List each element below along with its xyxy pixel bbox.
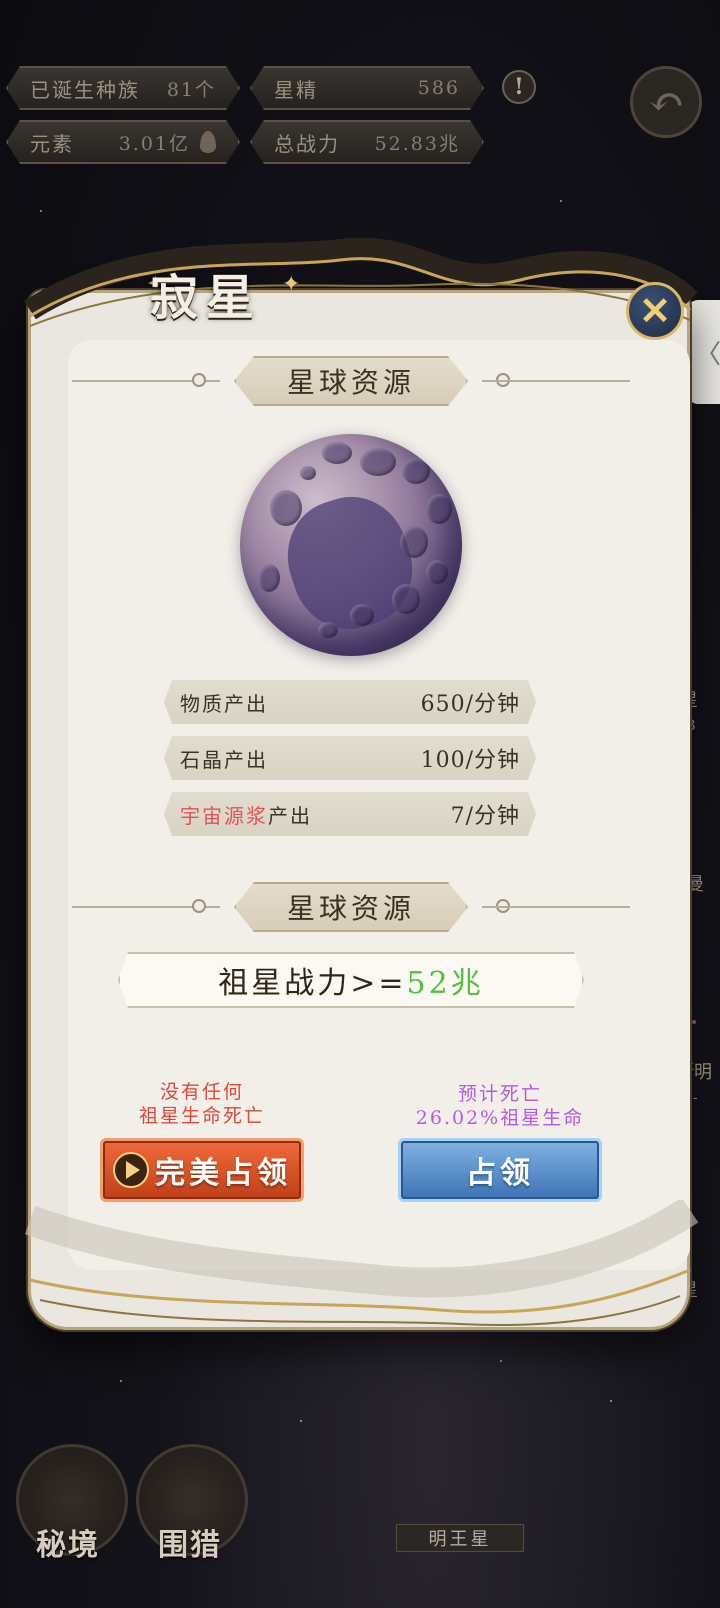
output-value: 650/分钟 — [420, 692, 520, 717]
total-power-label: 总战力 — [274, 131, 340, 156]
note-line: 26.02%祖星生命 — [415, 1107, 585, 1129]
output-label: 物质产出 — [180, 691, 268, 716]
perfect-occupy-button[interactable]: 完美占领 — [100, 1138, 304, 1202]
hunt-label: 围猎 — [158, 1528, 222, 1563]
output-row-cosmic-slurry: 宇宙源浆产出 7/分钟 — [164, 792, 536, 836]
element-label: 元素 — [30, 131, 74, 156]
flame-icon — [200, 131, 216, 153]
element-value: 3.01亿 — [118, 132, 190, 155]
born-species-value: 81个 — [166, 78, 216, 101]
note-line: 预计死亡 — [457, 1083, 542, 1105]
planet-name-title: 寂星 — [150, 270, 263, 326]
total-power-value: 52.83兆 — [374, 132, 460, 155]
element-bar: 元素 3.01亿 — [6, 120, 240, 164]
section-title: 星球资源 — [234, 356, 468, 406]
born-species-label: 已诞生种族 — [30, 77, 140, 102]
section-header-resources: 星球资源 — [72, 356, 630, 406]
dialog-top-ornament — [24, 237, 698, 327]
born-species-bar: 已诞生种族 81个 — [6, 66, 240, 110]
back-button[interactable]: ↶ — [630, 66, 702, 138]
map-planet-label[interactable]: 明王星 — [396, 1524, 524, 1552]
output-label: 产出 — [268, 803, 312, 828]
requirement-value: 52兆 — [406, 966, 484, 1001]
total-power-bar: 总战力 52.83兆 — [250, 120, 484, 164]
info-icon[interactable]: ! — [502, 70, 536, 104]
note-line: 没有任何 — [159, 1081, 244, 1103]
star-essence-label: 星精 — [274, 77, 318, 102]
planet-image — [240, 434, 462, 656]
output-row-crystal: 石晶产出 100/分钟 — [164, 736, 536, 780]
output-label-highlight: 宇宙源浆 — [180, 803, 268, 828]
button-label: 占领 — [466, 1156, 534, 1191]
output-value: 7/分钟 — [450, 804, 520, 829]
power-requirement: 祖星战力>= 52兆 — [118, 952, 584, 1008]
star-essence-value: 586 — [417, 77, 460, 99]
output-value: 100/分钟 — [420, 748, 520, 773]
output-label: 石晶产出 — [180, 747, 268, 772]
note-line: 祖星生命死亡 — [138, 1105, 265, 1127]
play-video-icon — [113, 1152, 149, 1188]
section-title: 星球资源 — [234, 882, 468, 932]
output-row-matter: 物质产出 650/分钟 — [164, 680, 536, 724]
occupy-button[interactable]: 占领 — [398, 1138, 602, 1202]
sparkle-icon: ✦ — [282, 272, 301, 297]
occupy-note: 预计死亡 26.02%祖星生命 — [398, 1082, 602, 1130]
secret-realm-label: 秘境 — [36, 1528, 100, 1563]
section-header-requirement: 星球资源 — [72, 882, 630, 932]
perfect-occupy-note: 没有任何 祖星生命死亡 — [100, 1080, 304, 1128]
star-essence-bar: 星精 586 — [250, 66, 484, 110]
close-button[interactable]: ✕ — [626, 282, 684, 340]
requirement-label: 祖星战力>= — [218, 966, 407, 1001]
dialog-bottom-ornament — [24, 1200, 699, 1327]
button-label: 完美占领 — [155, 1156, 291, 1191]
